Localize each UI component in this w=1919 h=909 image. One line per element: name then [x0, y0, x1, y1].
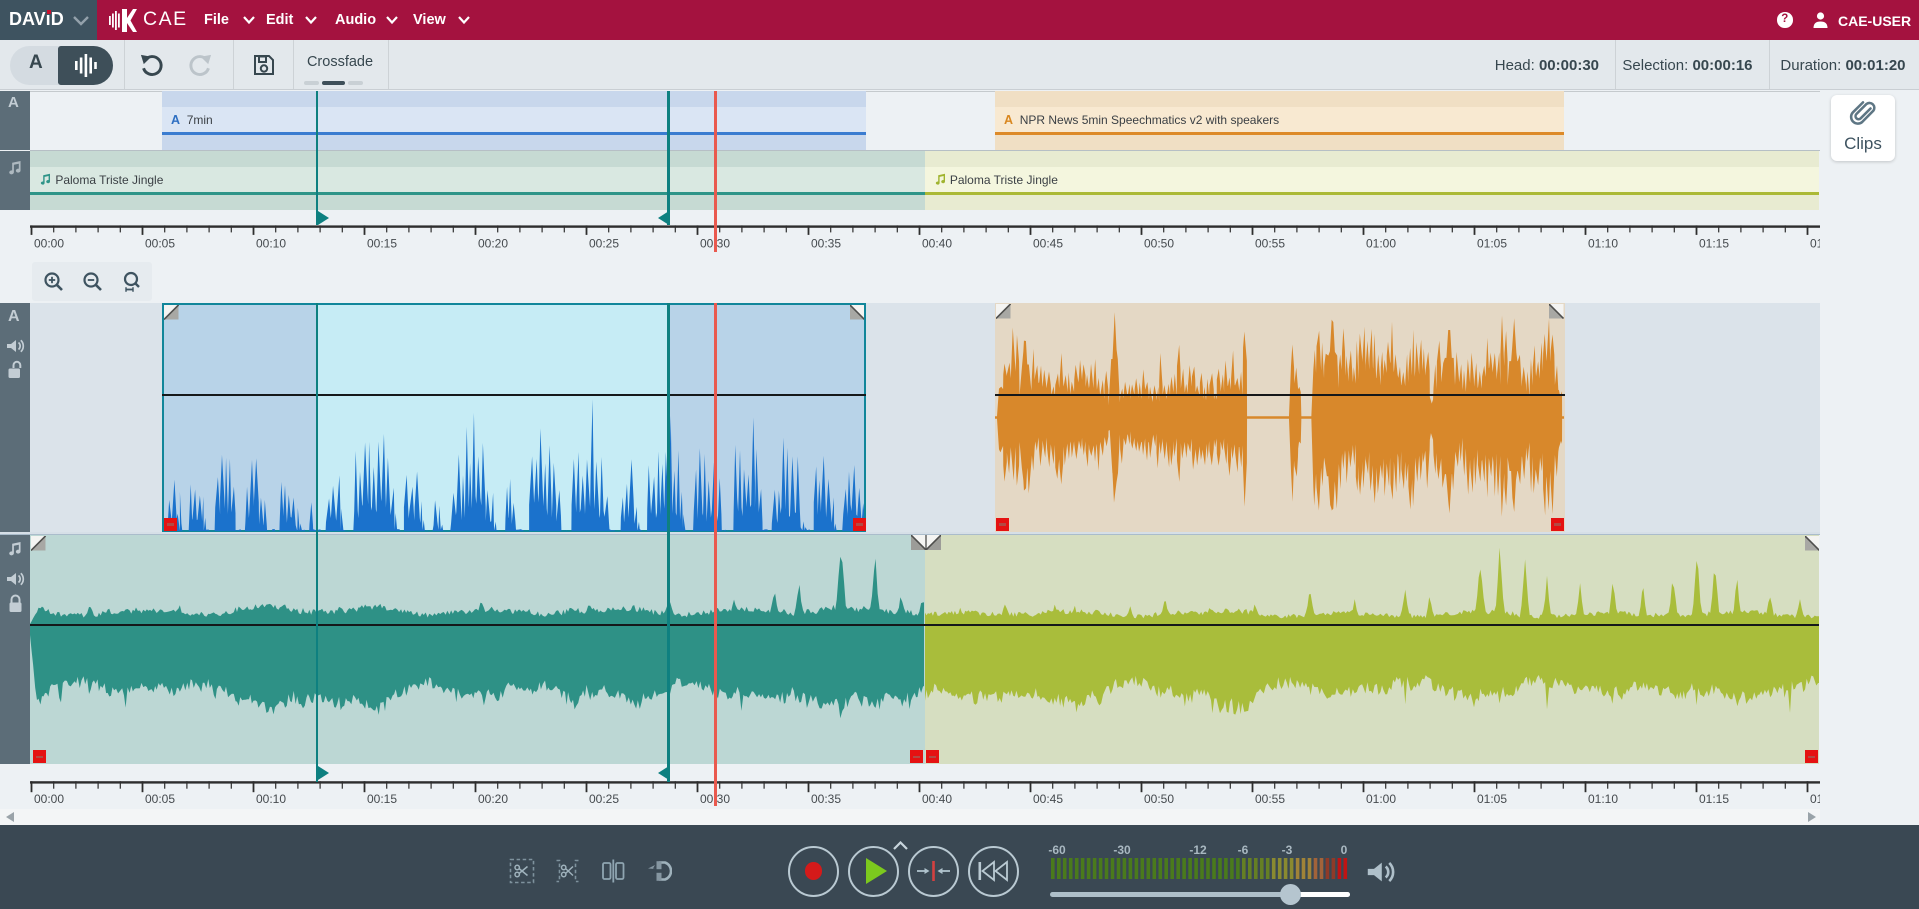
svg-text:00:15: 00:15 [367, 237, 397, 251]
svg-text:00:45: 00:45 [1033, 237, 1063, 251]
svg-text:00:50: 00:50 [1144, 237, 1174, 251]
svg-text:00:25: 00:25 [589, 237, 619, 251]
svg-text:01:10: 01:10 [1588, 237, 1618, 251]
svg-text:00:05: 00:05 [145, 237, 175, 251]
svg-text:00:40: 00:40 [922, 792, 952, 806]
svg-text:01:20: 01:20 [1810, 792, 1820, 806]
svg-text:00:10: 00:10 [256, 792, 286, 806]
svg-text:01:15: 01:15 [1699, 237, 1729, 251]
svg-text:00:40: 00:40 [922, 237, 952, 251]
svg-text:00:05: 00:05 [145, 792, 175, 806]
svg-text:01:10: 01:10 [1588, 792, 1618, 806]
svg-text:01:00: 01:00 [1366, 792, 1396, 806]
svg-text:00:10: 00:10 [256, 237, 286, 251]
svg-text:01:00: 01:00 [1366, 237, 1396, 251]
svg-text:00:25: 00:25 [589, 792, 619, 806]
svg-text:01:05: 01:05 [1477, 792, 1507, 806]
svg-text:00:00: 00:00 [34, 792, 64, 806]
svg-text:00:00: 00:00 [34, 237, 64, 251]
svg-text:00:35: 00:35 [811, 237, 841, 251]
svg-text:00:15: 00:15 [367, 792, 397, 806]
svg-text:00:55: 00:55 [1255, 792, 1285, 806]
svg-text:01:15: 01:15 [1699, 792, 1729, 806]
svg-text:00:45: 00:45 [1033, 792, 1063, 806]
svg-text:01:20: 01:20 [1810, 237, 1820, 251]
svg-text:00:50: 00:50 [1144, 792, 1174, 806]
svg-text:00:35: 00:35 [811, 792, 841, 806]
svg-text:01:05: 01:05 [1477, 237, 1507, 251]
svg-text:00:20: 00:20 [478, 237, 508, 251]
svg-text:00:20: 00:20 [478, 792, 508, 806]
svg-text:00:55: 00:55 [1255, 237, 1285, 251]
